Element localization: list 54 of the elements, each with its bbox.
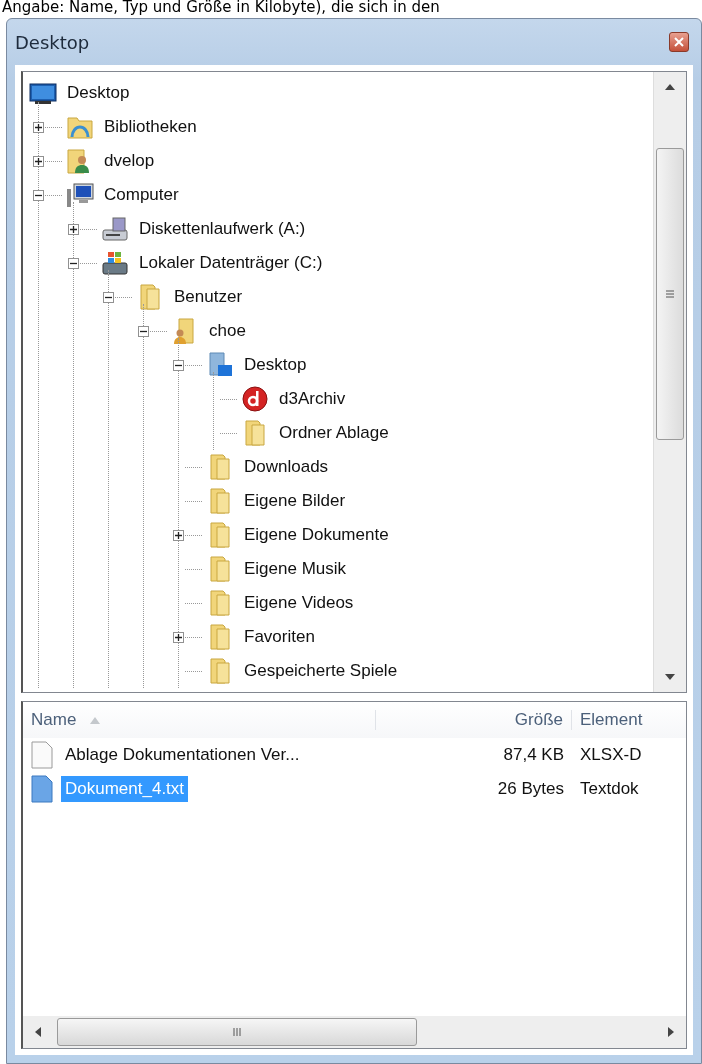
drive-icon	[101, 249, 129, 277]
file-type: XLSX-D	[579, 745, 643, 765]
column-header[interactable]: Größe	[376, 710, 572, 730]
file-size: 26 Bytes	[496, 779, 565, 799]
tree-item[interactable]: Desktop	[242, 353, 309, 377]
floppy-drive-icon	[101, 215, 129, 243]
tree-item[interactable]: Eigene Dokumente	[242, 523, 391, 547]
collapse-icon[interactable]	[103, 291, 114, 303]
tree-item[interactable]: Benutzer	[172, 285, 245, 309]
expand-icon[interactable]	[173, 529, 184, 541]
tree-item[interactable]: Eigene Bilder	[242, 489, 348, 513]
computer-icon	[66, 181, 94, 209]
tree-item[interactable]: Favoriten	[242, 625, 317, 649]
tree-item[interactable]: Downloads	[242, 455, 331, 479]
close-button[interactable]	[669, 32, 689, 52]
close-icon	[674, 37, 684, 47]
desktop-folder-icon	[206, 351, 234, 379]
tree-item[interactable]: Ordner Ablage	[277, 421, 391, 445]
expand-icon[interactable]	[33, 155, 44, 167]
tree-item[interactable]: choe	[207, 319, 248, 343]
file-type: Textdok	[579, 779, 640, 799]
horizontal-scrollbar[interactable]	[23, 1016, 686, 1048]
scroll-thumb[interactable]	[656, 148, 684, 440]
expand-icon[interactable]	[33, 121, 44, 133]
grip-icon	[233, 1028, 241, 1036]
tree-item[interactable]: Bibliotheken	[102, 115, 199, 139]
file-size: 87,4 KB	[502, 745, 565, 765]
tree-item[interactable]: d3Archiv	[277, 387, 348, 411]
file-icon	[31, 775, 53, 803]
archive-logo-icon	[241, 385, 269, 413]
file-name[interactable]: Ablage Dokumentationen Ver...	[61, 742, 304, 768]
tree-item[interactable]: dvelop	[102, 149, 157, 173]
scroll-thumb[interactable]	[57, 1018, 417, 1046]
tree-item[interactable]: Computer	[102, 183, 181, 207]
collapse-icon[interactable]	[68, 257, 79, 269]
tree-item[interactable]: Lokaler Datenträger (C:)	[137, 251, 325, 275]
expand-icon[interactable]	[173, 631, 184, 643]
collapse-icon[interactable]	[173, 359, 184, 371]
collapse-icon[interactable]	[138, 325, 149, 337]
column-header[interactable]: Element	[572, 710, 672, 730]
sort-up-icon	[90, 716, 101, 724]
collapse-icon[interactable]	[33, 189, 44, 201]
tree-item[interactable]: Gespeicherte Spiele	[242, 659, 400, 683]
expand-icon[interactable]	[68, 223, 79, 235]
grip-icon	[666, 290, 674, 298]
file-icon	[31, 741, 53, 769]
column-header[interactable]: Name	[23, 710, 376, 730]
caption-text: Angabe: Name, Typ und Größe in Kilobyte), die sich in den	[1, 0, 441, 18]
vertical-scrollbar[interactable]	[653, 72, 686, 692]
tree-item[interactable]: Diskettenlaufwerk (A:)	[137, 217, 308, 241]
tree-item[interactable]: Eigene Musik	[242, 557, 349, 581]
window-title: Desktop	[15, 31, 90, 53]
tree-item[interactable]: Desktop	[65, 81, 132, 105]
tree-item[interactable]: Eigene Videos	[242, 591, 356, 615]
